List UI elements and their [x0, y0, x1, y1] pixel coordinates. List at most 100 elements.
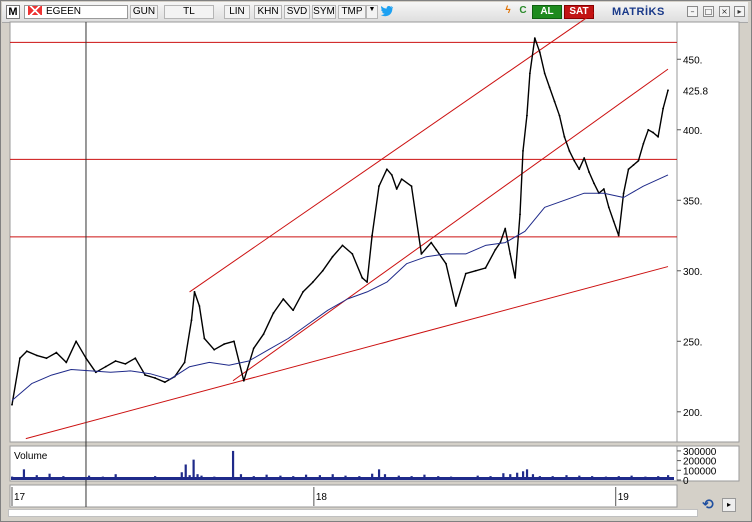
- price-point: [662, 107, 664, 110]
- price-point: [593, 182, 595, 185]
- price-point: [366, 281, 369, 283]
- price-point: [104, 365, 107, 368]
- price-tick-label: 250.: [683, 337, 702, 348]
- price-point: [378, 185, 380, 188]
- scroll-strip[interactable]: [8, 509, 698, 517]
- price-point: [667, 89, 669, 92]
- price-point: [321, 269, 324, 272]
- price-point: [395, 188, 398, 190]
- price-point: [385, 168, 388, 171]
- price-point: [632, 164, 635, 166]
- volume-bar: [192, 459, 195, 480]
- price-point: [420, 252, 423, 255]
- price-point: [543, 72, 546, 75]
- price-point: [154, 377, 156, 379]
- price-point: [223, 343, 225, 346]
- price-point: [85, 357, 87, 360]
- price-point: [563, 135, 566, 138]
- price-point: [18, 357, 21, 360]
- price-point: [642, 142, 645, 145]
- price-point: [430, 241, 433, 244]
- price-point: [114, 360, 117, 362]
- chevron-right-icon[interactable]: ▸: [722, 498, 736, 512]
- price-point: [390, 173, 393, 176]
- price-point: [528, 72, 531, 75]
- price-point: [35, 354, 38, 357]
- price-point: [124, 362, 127, 365]
- volume-bar: [231, 450, 235, 480]
- price-point: [361, 276, 364, 279]
- price-point: [617, 234, 620, 237]
- price-point: [262, 333, 265, 336]
- price-point: [252, 347, 255, 350]
- price-point: [213, 348, 216, 351]
- price-point: [65, 361, 68, 364]
- volume-pane[interactable]: [9, 445, 678, 482]
- price-point: [371, 234, 373, 237]
- volume-base: [12, 477, 674, 480]
- price-point: [134, 357, 137, 360]
- price-point: [233, 340, 235, 343]
- price-point: [435, 248, 438, 251]
- price-point: [55, 351, 58, 354]
- price-point: [11, 403, 13, 406]
- price-point: [526, 114, 528, 117]
- price-point: [242, 379, 245, 382]
- volume-tick-label: 0: [683, 476, 689, 487]
- price-point: [558, 114, 561, 117]
- time-axis: [9, 484, 678, 508]
- price-point: [193, 291, 196, 293]
- price-point: [588, 171, 590, 173]
- price-point: [410, 185, 413, 188]
- price-pane[interactable]: [9, 21, 678, 443]
- price-point: [302, 291, 304, 293]
- price-point: [514, 276, 516, 279]
- chart-canvas[interactable]: 200.250.300.350.400.450.425.817 18 1930000…: [0, 0, 752, 522]
- price-point: [504, 227, 507, 230]
- price-point: [45, 357, 48, 360]
- time-tick-label: 17: [14, 492, 26, 503]
- price-point: [548, 86, 551, 89]
- price-point: [272, 312, 275, 314]
- price-point: [509, 252, 512, 255]
- price-point: [553, 100, 556, 103]
- price-point: [583, 157, 586, 159]
- price-point: [311, 281, 314, 283]
- price-tick-label: 400.: [683, 126, 702, 137]
- price-point: [25, 350, 28, 353]
- price-point: [578, 168, 581, 171]
- price-point: [190, 319, 193, 322]
- price-point: [164, 381, 166, 384]
- price-point: [568, 150, 571, 152]
- price-point: [400, 178, 403, 181]
- price-point: [622, 192, 625, 195]
- price-point: [637, 159, 640, 162]
- price-point: [474, 269, 477, 272]
- volume-title: Volume: [14, 451, 48, 462]
- price-point: [657, 135, 660, 138]
- price-point: [292, 309, 295, 312]
- price-point: [533, 37, 536, 40]
- price-point: [538, 51, 541, 54]
- price-point: [183, 361, 186, 364]
- price-point: [455, 305, 457, 307]
- price-point: [652, 131, 655, 134]
- price-tick-label: 450.: [683, 55, 702, 66]
- price-point: [144, 374, 147, 377]
- last-price-label: 425.8: [683, 86, 708, 97]
- time-tick-label: 19: [618, 492, 630, 503]
- price-point: [75, 340, 78, 343]
- price-point: [282, 298, 285, 300]
- sync-icon[interactable]: ⟲: [698, 495, 718, 515]
- price-point: [464, 272, 467, 275]
- price-point: [341, 244, 344, 247]
- price-point: [573, 159, 576, 162]
- price-point: [612, 220, 615, 223]
- price-point: [647, 128, 650, 131]
- price-point: [519, 213, 521, 216]
- price-point: [607, 206, 610, 209]
- price-point: [351, 252, 354, 255]
- price-point: [331, 255, 334, 258]
- price-tick-label: 300.: [683, 267, 702, 278]
- time-tick-label: 18: [316, 492, 328, 503]
